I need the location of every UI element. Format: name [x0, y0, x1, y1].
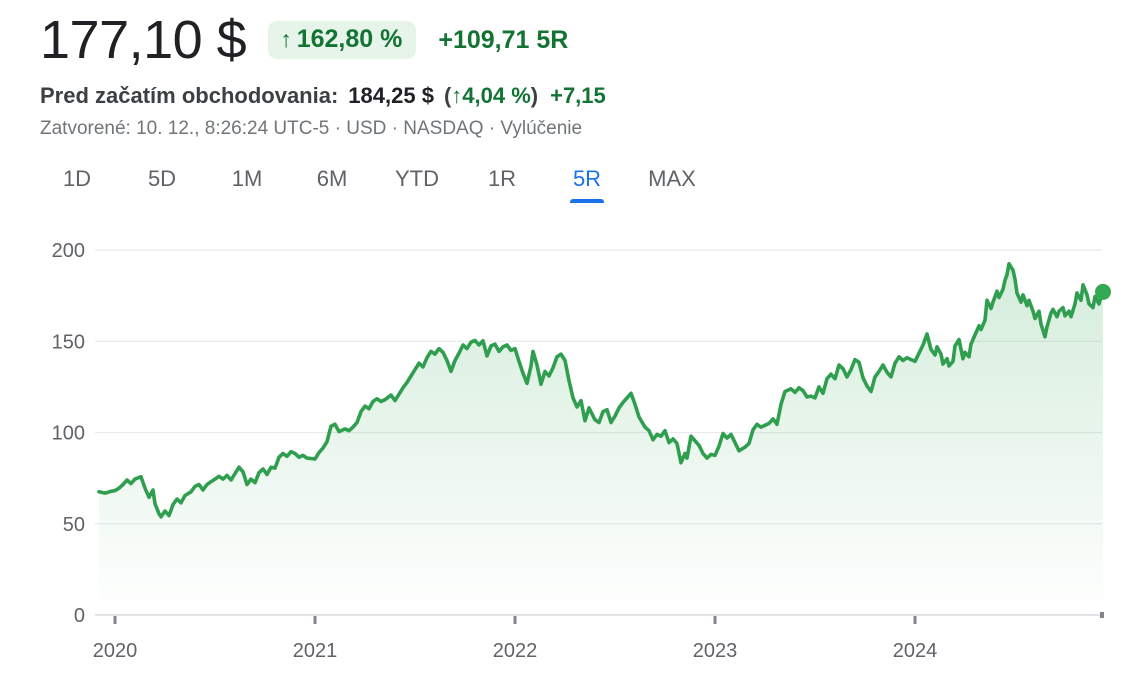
current-price: 177,10 $: [40, 13, 246, 67]
tab-ytd[interactable]: YTD: [390, 160, 444, 206]
change-percent-badge: ↑ 162,80 %: [268, 21, 416, 59]
premarket-label: Pred začatím obchodovania:: [40, 83, 338, 109]
change-absolute-period: +109,71 5R: [438, 26, 568, 55]
x-axis-tick: [714, 616, 717, 624]
status-row: Zatvorené: 10. 12., 8:26:24 UTC-5 · USD …: [40, 118, 1142, 140]
change-percent-value: 162,80 %: [297, 27, 403, 52]
last-price-dot: [1095, 284, 1111, 300]
tab-5r[interactable]: 5R: [560, 160, 614, 206]
premarket-price: 184,25 $: [348, 83, 434, 109]
y-axis-label: 50: [63, 514, 85, 536]
premarket-paren-open: (: [444, 83, 451, 109]
arrow-up-icon: ↑: [451, 83, 462, 109]
x-axis-label: 2021: [293, 640, 338, 662]
x-axis-label: 2022: [493, 640, 538, 662]
premarket-row: Pred začatím obchodovania: 184,25 $ ( ↑ …: [40, 83, 1142, 109]
price-area-fill: [99, 264, 1103, 615]
y-axis-label: 200: [52, 240, 85, 262]
x-axis-tick: [914, 616, 917, 624]
price-row: 177,10 $ ↑ 162,80 % +109,71 5R: [40, 10, 1142, 70]
premarket-paren-close: ): [531, 83, 538, 109]
market-status-text: Zatvorené: 10. 12., 8:26:24 UTC-5 · USD …: [40, 118, 495, 139]
x-axis-tick: [114, 616, 117, 624]
tab-1m[interactable]: 1M: [220, 160, 274, 206]
disclaimer-link[interactable]: Vylúčenie: [500, 118, 582, 139]
arrow-up-icon: ↑: [280, 28, 292, 51]
x-axis-tick: [514, 616, 517, 624]
tab-max[interactable]: MAX: [645, 160, 699, 206]
price-chart-svg[interactable]: 0 50 100 150 200 2020 2021 2022 2023 2024: [0, 222, 1142, 682]
y-axis-label: 150: [52, 332, 85, 354]
y-axis-label: 100: [52, 423, 85, 445]
premarket-change: +7,15: [550, 83, 606, 109]
chart-container: 0 50 100 150 200 2020 2021 2022 2023 2024: [0, 222, 1142, 687]
premarket-percent: 4,04 %: [462, 83, 531, 109]
y-axis-label: 0: [74, 605, 85, 627]
range-tabs: 1D 5D 1M 6M YTD 1R 5R MAX: [50, 160, 1142, 206]
tab-5d[interactable]: 5D: [135, 160, 189, 206]
tab-6m[interactable]: 6M: [305, 160, 359, 206]
x-axis-label: 2024: [893, 640, 938, 662]
x-axis-label: 2020: [93, 640, 138, 662]
tab-1r[interactable]: 1R: [475, 160, 529, 206]
tab-1d[interactable]: 1D: [50, 160, 104, 206]
x-axis-label: 2023: [693, 640, 738, 662]
stock-header: 177,10 $ ↑ 162,80 % +109,71 5R Pred zača…: [0, 0, 1142, 140]
x-axis-tick: [314, 616, 317, 624]
